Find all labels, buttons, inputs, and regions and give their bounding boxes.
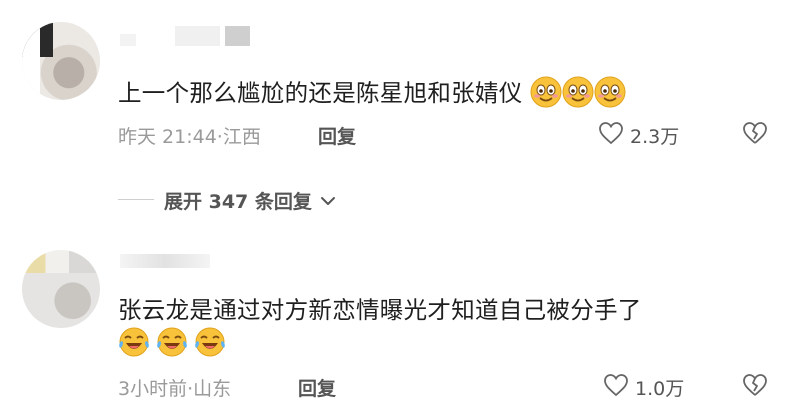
expand-replies-button[interactable]: 展开 347 条回复 <box>164 187 336 214</box>
like-button[interactable]: 2.3万 <box>598 121 679 150</box>
dislike-button[interactable] <box>742 373 768 401</box>
comment-text: 上一个那么尴尬的还是陈星旭和张婧仪 <box>118 74 626 114</box>
laugh-cry-emoji <box>194 327 226 361</box>
like-button[interactable]: 1.0万 <box>603 373 684 402</box>
comment-text-content: 上一个那么尴尬的还是陈星旭和张婧仪 <box>118 79 523 107</box>
smile-emoji <box>530 76 562 114</box>
comment-time: 昨天 21:44 <box>118 126 217 148</box>
expand-divider <box>118 199 154 200</box>
reply-button[interactable]: 回复 <box>318 122 356 149</box>
comment-meta: 昨天 21:44·江西 <box>118 122 261 149</box>
comment-meta: 3小时前·山东 <box>118 374 231 401</box>
heart-icon <box>598 121 624 150</box>
like-count: 2.3万 <box>630 126 680 148</box>
laugh-cry-emoji <box>118 327 150 361</box>
avatar[interactable] <box>22 22 100 100</box>
emoji-row <box>118 327 226 361</box>
smile-emoji <box>562 76 594 114</box>
smile-emoji <box>594 76 626 114</box>
broken-heart-icon <box>742 121 768 149</box>
comment-location: 山东 <box>193 378 232 400</box>
username-blurred[interactable] <box>120 250 210 270</box>
comment-text: 张云龙是通过对方新恋情曝光才知道自己被分手了 <box>118 296 642 324</box>
username-blurred[interactable] <box>120 26 250 46</box>
laugh-cry-emoji <box>156 327 188 361</box>
heart-icon <box>603 373 629 402</box>
avatar[interactable] <box>22 250 100 328</box>
dislike-button[interactable] <box>742 121 768 149</box>
broken-heart-icon <box>742 373 768 401</box>
reply-button[interactable]: 回复 <box>298 374 336 401</box>
comment-time: 3小时前 <box>118 378 188 400</box>
like-count: 1.0万 <box>635 378 685 400</box>
comment-location: 江西 <box>222 126 261 148</box>
expand-replies-label: 展开 347 条回复 <box>164 191 312 213</box>
chevron-down-icon <box>320 190 336 212</box>
